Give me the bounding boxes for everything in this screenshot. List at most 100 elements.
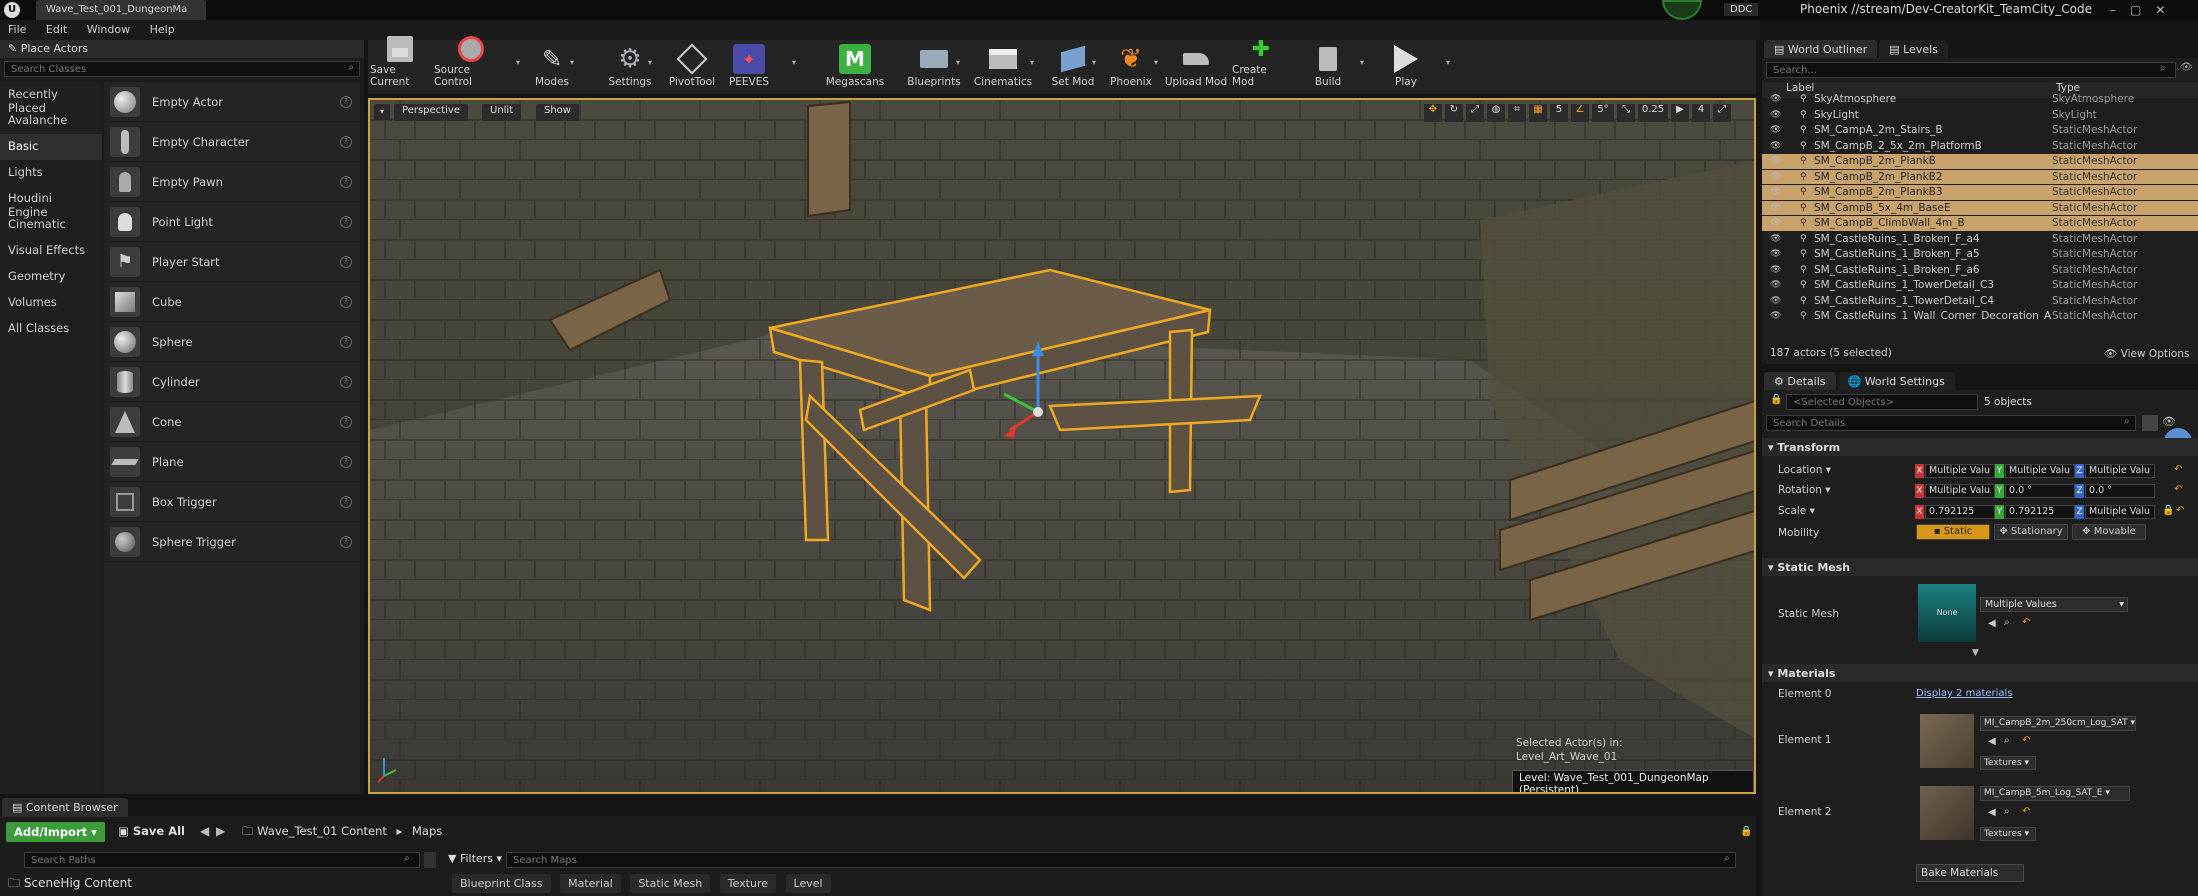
- actor-cube[interactable]: Cube?: [104, 282, 360, 322]
- view-mode-button[interactable]: Unlit: [482, 104, 522, 121]
- outliner-row[interactable]: 👁 ⚲ SM_CastleRuins_1_Broken_F_a5 StaticMesh…: [1762, 247, 2198, 263]
- help-icon[interactable]: ?: [340, 255, 352, 268]
- place-actors-tab[interactable]: ✎ Place Actors: [0, 40, 364, 58]
- outliner-row[interactable]: 👁 ⚲ SkyAtmosphere SkyAtmosphere: [1762, 92, 2198, 108]
- category-houdini-engine[interactable]: Houdini Engine: [0, 186, 102, 219]
- rotation-snap-icon[interactable]: ∠: [1571, 104, 1589, 122]
- help-icon[interactable]: ?: [340, 215, 352, 228]
- actor-sphere[interactable]: Sphere?: [104, 322, 360, 362]
- menu-window[interactable]: Window: [79, 20, 138, 39]
- scale-z-input[interactable]: Multiple Valu: [2085, 505, 2155, 519]
- advanced-expand-icon[interactable]: ▼: [1972, 648, 1979, 658]
- breadcrumb-item[interactable]: Maps: [412, 824, 442, 838]
- browse-arrow-icon[interactable]: ◀: [1988, 807, 1996, 818]
- visibility-icon[interactable]: 👁: [1770, 311, 1782, 320]
- tab-world-outliner[interactable]: ▤ World Outliner: [1764, 40, 1878, 58]
- outliner-row[interactable]: 👁 ⚲ SM_CampA_2m_Stairs_B StaticMeshActor: [1762, 123, 2198, 139]
- eye-options-icon[interactable]: 👁: [2180, 62, 2193, 73]
- help-icon[interactable]: ?: [340, 375, 352, 388]
- window-controls[interactable]: –▢✕: [2110, 3, 2179, 17]
- search-paths-input[interactable]: Search Paths: [24, 852, 420, 868]
- outliner-row[interactable]: 👁 ⚲ SM_CampB_2m_PlankB3 StaticMeshActor: [1762, 185, 2198, 201]
- scale-x-input[interactable]: 0.792125: [1925, 505, 1995, 519]
- scale-snap-icon[interactable]: ⤡: [1617, 104, 1635, 122]
- visibility-icon[interactable]: 👁: [1770, 265, 1782, 275]
- reset-rotation-icon[interactable]: ↶: [2174, 484, 2182, 495]
- perspective-button[interactable]: Perspective: [394, 104, 468, 121]
- outliner-row[interactable]: 👁 ⚲ SM_CampB_2m_PlankB2 StaticMeshActor: [1762, 169, 2198, 185]
- visibility-icon[interactable]: 👁: [2162, 415, 2176, 428]
- location-x-input[interactable]: Multiple Valu: [1925, 464, 1995, 478]
- visibility-icon[interactable]: 👁: [1770, 141, 1782, 151]
- category-geometry[interactable]: Geometry: [0, 264, 102, 290]
- actor-sphere-trigger[interactable]: Sphere Trigger?: [104, 522, 360, 562]
- category-recently-placed[interactable]: Recently Placed: [0, 82, 102, 115]
- category-volumes[interactable]: Volumes: [0, 290, 102, 316]
- visibility-icon[interactable]: 👁: [1770, 203, 1782, 213]
- add-import-button[interactable]: Add/Import ▾: [6, 822, 105, 842]
- outliner-row[interactable]: 👁 ⚲ SM_CampB_2m_PlankB StaticMeshActor: [1762, 154, 2198, 170]
- grid-snap-value[interactable]: 5: [1550, 104, 1568, 122]
- visibility-icon[interactable]: 👁: [1770, 172, 1782, 182]
- tab-details[interactable]: ⚙ Details: [1764, 372, 1836, 390]
- breadcrumb-item[interactable]: Wave_Test_01 Content: [257, 824, 387, 838]
- settings-dropdown-icon[interactable]: ▾: [648, 58, 652, 67]
- help-icon[interactable]: ?: [340, 335, 352, 348]
- location-label[interactable]: Location ▾: [1778, 464, 1831, 476]
- tab-content-browser[interactable]: ▤ Content Browser: [2, 798, 128, 817]
- outliner-row[interactable]: 👁 ⚲ SM_CastleRuins_1_Wall_Corner_Decoratio…: [1762, 309, 2198, 320]
- filter-material[interactable]: Material: [560, 874, 621, 893]
- set-mod-dropdown-icon[interactable]: ▾: [1092, 58, 1096, 67]
- actor-player-start[interactable]: ⚑ Player Start?: [104, 242, 360, 282]
- materials-section[interactable]: ▾ Materials: [1762, 664, 2198, 682]
- source-control-status-icon[interactable]: [1662, 0, 1702, 20]
- lock-icon[interactable]: 🔒: [1740, 826, 1752, 837]
- help-icon[interactable]: ?: [340, 95, 352, 108]
- build-button[interactable]: Build: [1304, 40, 1352, 92]
- actor-empty-character[interactable]: Empty Character?: [104, 122, 360, 162]
- show-button[interactable]: Show: [536, 104, 579, 121]
- outliner-row[interactable]: 👁 ⚲ SM_CastleRuins_1_TowerDetail_C4 StaticM…: [1762, 294, 2198, 309]
- scale-label[interactable]: Scale ▾: [1778, 505, 1815, 517]
- outliner-row[interactable]: 👁 ⚲ SM_CastleRuins_1_Broken_F_a6 StaticMesh…: [1762, 263, 2198, 278]
- reset-mesh-icon[interactable]: ↶: [2022, 617, 2030, 628]
- cinematics-dropdown-icon[interactable]: ▾: [1030, 58, 1034, 67]
- outliner-row[interactable]: 👁 ⚲ SM_CampB_ClimbWall_4m_B StaticMeshActor: [1762, 216, 2198, 232]
- build-dropdown-icon[interactable]: ▾: [1360, 58, 1364, 67]
- play-dropdown-icon[interactable]: ▾: [1446, 58, 1450, 67]
- rotation-label[interactable]: Rotation ▾: [1778, 484, 1831, 496]
- visibility-icon[interactable]: 👁: [1770, 249, 1782, 259]
- scale-snap-value[interactable]: 0.25: [1638, 104, 1668, 122]
- reset-material-icon[interactable]: ↶: [2022, 735, 2030, 746]
- material-2-dropdown[interactable]: MI_CampB_5m_Log_SAT_E ▾: [1980, 786, 2130, 801]
- actor-empty-pawn[interactable]: Empty Pawn?: [104, 162, 360, 202]
- scale-lock-icon[interactable]: 🔒: [2162, 505, 2174, 516]
- blueprints-button[interactable]: Blueprints: [904, 40, 964, 92]
- camera-speed-icon[interactable]: ▶: [1671, 104, 1689, 122]
- menu-edit[interactable]: Edit: [38, 20, 75, 39]
- filter-blueprint-class[interactable]: Blueprint Class: [452, 874, 551, 893]
- help-icon[interactable]: ?: [340, 495, 352, 508]
- class-search-input[interactable]: Search Classes: [4, 61, 360, 77]
- mesh-thumbnail[interactable]: None: [1918, 584, 1976, 642]
- outliner-row[interactable]: 👁 ⚲ SkyLight SkyLight: [1762, 108, 2198, 123]
- filter-level[interactable]: Level: [785, 874, 831, 893]
- filter-texture[interactable]: Texture: [719, 874, 777, 893]
- textures-dropdown[interactable]: Textures ▾: [1980, 756, 2036, 770]
- help-icon[interactable]: ?: [340, 295, 352, 308]
- search-maps-input[interactable]: Search Maps: [506, 852, 1736, 868]
- folder-tree-item[interactable]: 🗀 SceneHig Content: [8, 874, 132, 895]
- material-1-dropdown[interactable]: MI_CampB_2m_250cm_Log_SAT ▾: [1980, 716, 2136, 731]
- level-tab[interactable]: Wave_Test_001_DungeonMa: [36, 0, 206, 20]
- source-control-dropdown-icon[interactable]: ▾: [516, 58, 520, 67]
- material-2-thumbnail[interactable]: [1920, 786, 1974, 840]
- outliner-row[interactable]: 👁 ⚲ SM_CastleRuins_1_TowerDetail_C3 StaticM…: [1762, 278, 2198, 294]
- viewport-options-button[interactable]: ▾: [374, 104, 390, 120]
- tab-world-settings[interactable]: 🌐 World Settings: [1837, 372, 1955, 390]
- reset-material-icon[interactable]: ↶: [2022, 806, 2030, 817]
- pivottool-button[interactable]: PivotTool: [668, 40, 716, 92]
- upload-mod-button[interactable]: Upload Mod: [1164, 40, 1228, 92]
- camera-speed-value[interactable]: 4: [1692, 104, 1710, 122]
- visibility-icon[interactable]: 👁: [1770, 218, 1782, 228]
- visibility-icon[interactable]: 👁: [1770, 280, 1782, 290]
